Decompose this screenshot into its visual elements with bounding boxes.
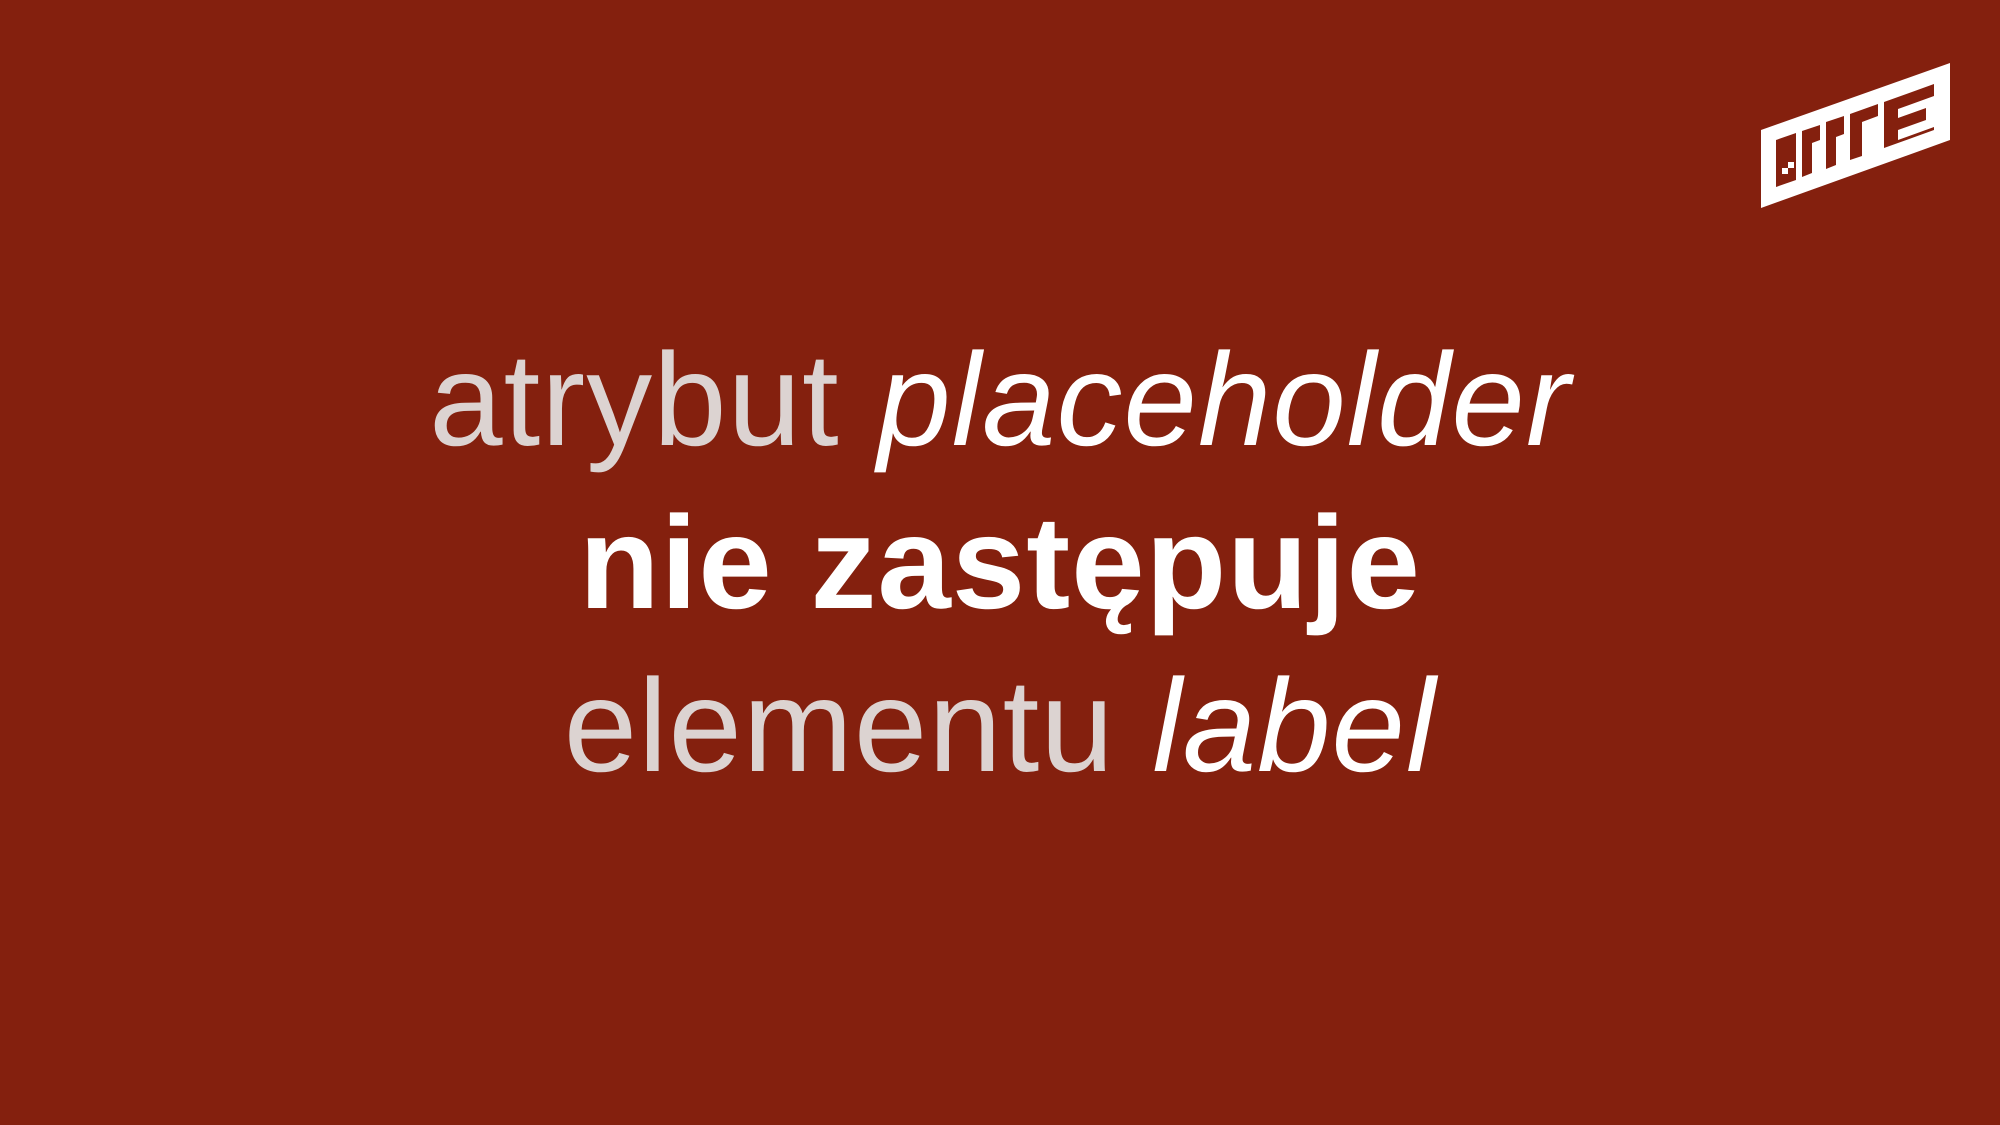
placeholder-attribute-term: placeholder xyxy=(877,326,1571,473)
label-element-term: label xyxy=(1152,652,1437,799)
headline-line-3: elementu label xyxy=(0,644,2000,807)
headline-line-1-prefix: atrybut xyxy=(429,326,878,473)
brand-logo-icon xyxy=(1758,60,1953,212)
headline-line-2: nie zastępuje xyxy=(579,489,1421,636)
headline: atrybut placeholder nie zastępuje elemen… xyxy=(0,318,2000,807)
headline-line-1: atrybut placeholder xyxy=(0,318,2000,481)
slide: atrybut placeholder nie zastępuje elemen… xyxy=(0,0,2000,1125)
headline-line-3-prefix: elementu xyxy=(563,652,1153,799)
